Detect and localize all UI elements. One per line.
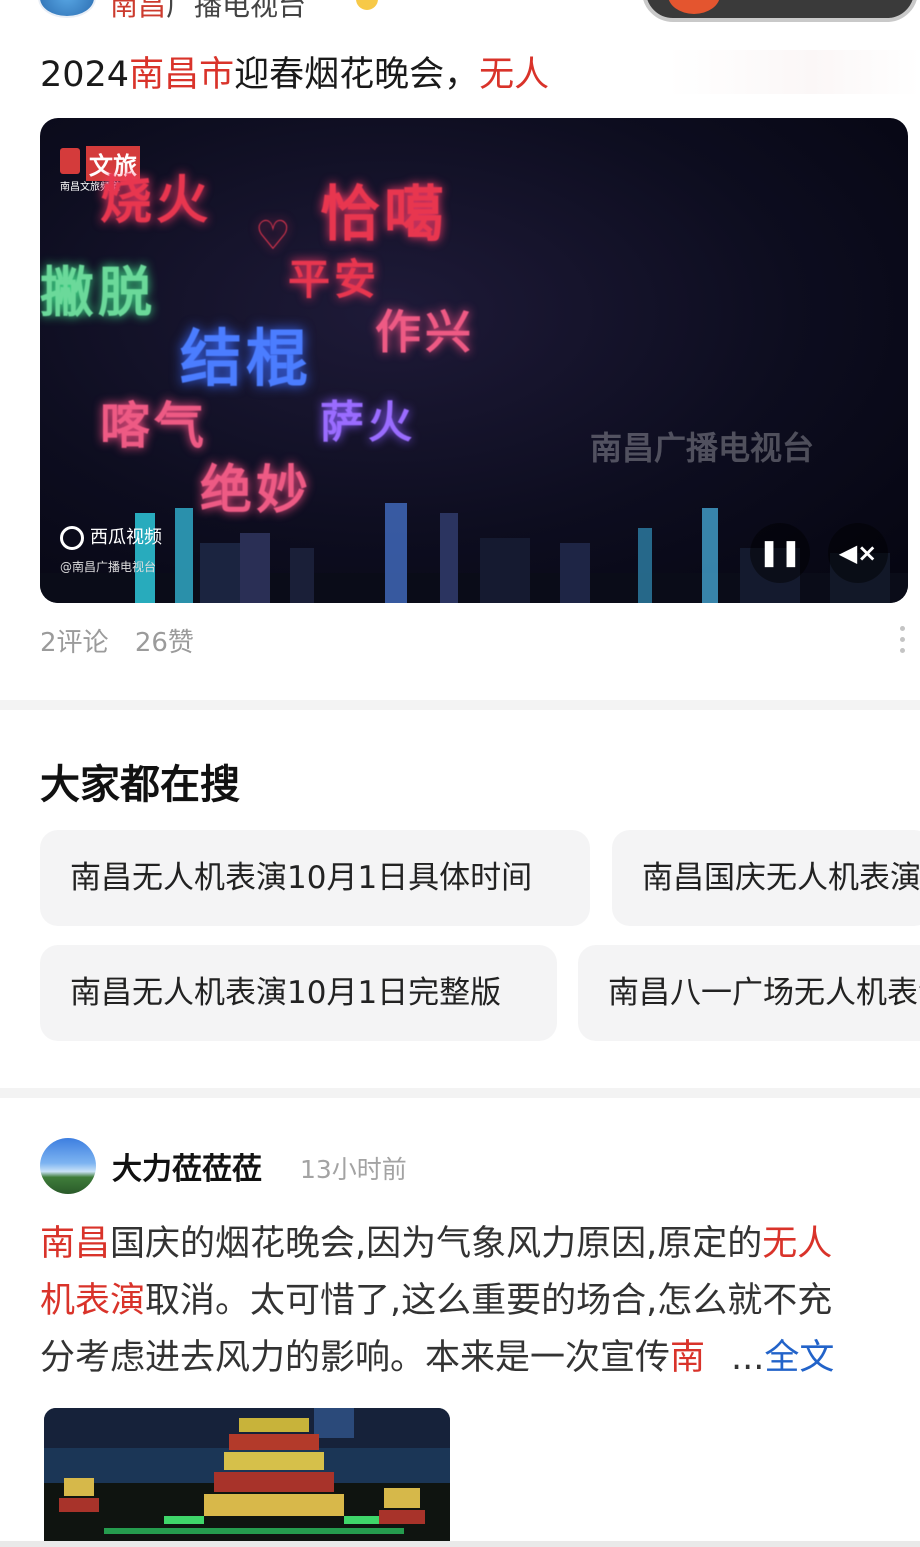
keyword-link[interactable]: 无人 <box>762 1224 832 1264</box>
drone-text: 萨火 <box>320 397 416 448</box>
top-author-header[interactable]: 南昌广播电视台 <box>0 0 920 30</box>
author-name[interactable]: 大力莅莅莅 <box>112 1144 262 1188</box>
keyword-link[interactable]: 南 <box>670 1338 705 1378</box>
search-chip[interactable]: 南昌无人机表演10月1日具体时间 <box>40 830 590 926</box>
author-avatar[interactable] <box>38 0 96 18</box>
video-watermark: 南昌广播电视台 <box>590 429 815 467</box>
post-stats: 2评论 26赞 <box>40 622 212 659</box>
pause-icon: ❚❚ <box>758 538 802 568</box>
mute-icon: ◀× <box>838 539 878 567</box>
drone-text: 结棍 <box>180 322 313 395</box>
search-chip[interactable]: 南昌八一广场无人机表演 <box>578 945 920 1041</box>
search-chip[interactable]: 南昌国庆无人机表演 <box>612 830 920 926</box>
video-credit: @南昌广播电视台 <box>60 560 157 574</box>
video-source-label: 西瓜视频 <box>60 523 162 550</box>
pause-button[interactable]: ❚❚ <box>750 523 810 583</box>
author-name[interactable]: 南昌广播电视台 <box>110 0 306 24</box>
section-divider <box>0 1088 920 1098</box>
title-fade-overlay <box>560 50 920 94</box>
verified-badge-icon <box>356 0 378 10</box>
author-avatar[interactable] <box>40 1138 96 1194</box>
post-time: 13小时前 <box>300 1155 407 1184</box>
post-body-line: 机表演取消。太可惜了,这么重要的场合,怎么就不充 <box>40 1273 910 1330</box>
title-text: 迎春烟花晚会， <box>234 55 480 95</box>
more-options-icon[interactable] <box>898 626 908 660</box>
title-keyword: 无人 <box>479 55 550 95</box>
post-body-line: 分考虑进去风力的影响。本来是一次宣传南 ...全文 <box>40 1330 910 1387</box>
mute-button[interactable]: ◀× <box>828 523 888 583</box>
post-image[interactable] <box>44 1408 450 1547</box>
ellipsis: ... <box>731 1338 765 1378</box>
body-text: 分考虑进去风力的影响。本来是一次宣传 <box>40 1338 671 1378</box>
keyword-link[interactable]: 南昌 <box>40 1224 110 1264</box>
comment-count[interactable]: 2评论 <box>40 628 109 658</box>
drone-text: 作兴 <box>375 305 475 359</box>
drone-text: 烧火 <box>100 171 213 231</box>
title-text: 2024 <box>40 55 130 95</box>
widget-icon <box>668 0 720 14</box>
drone-text: 撇脱 <box>40 261 156 324</box>
drone-text: 恰噶 <box>320 180 448 250</box>
drone-text: 喀气 <box>100 397 208 455</box>
drone-text: 平安 <box>288 255 381 304</box>
search-chip[interactable]: 南昌无人机表演10月1日完整版 <box>40 945 557 1041</box>
like-count[interactable]: 26赞 <box>135 628 194 658</box>
floating-widget[interactable] <box>642 0 918 22</box>
bottom-edge <box>0 1541 920 1547</box>
related-search-title: 大家都在搜 <box>40 762 240 808</box>
full-text-link[interactable]: 全文 <box>764 1338 834 1378</box>
body-text: 国庆的烟花晚会,因为气象风力原因,原定的 <box>110 1224 763 1264</box>
section-divider <box>0 700 920 710</box>
body-text: 取消。太可惜了,这么重要的场合,怎么就不充 <box>145 1281 833 1321</box>
title-keyword: 南昌市 <box>129 55 235 95</box>
post-body-line: 南昌国庆的烟花晚会,因为气象风力原因,原定的无人 <box>40 1216 910 1273</box>
xigua-icon <box>60 526 84 550</box>
video-player[interactable]: 文旅 南昌文旅频道 烧火 ♡ 恰噶 平安 撇脱 结棍 作兴 喀气 萨火 绝妙 南… <box>40 118 908 603</box>
keyword-link[interactable]: 机表演 <box>40 1281 145 1321</box>
pavilion-night-photo <box>44 1408 450 1547</box>
post-body[interactable]: 南昌国庆的烟花晚会,因为气象风力原因,原定的无人 机表演取消。太可惜了,这么重要的… <box>40 1216 910 1387</box>
